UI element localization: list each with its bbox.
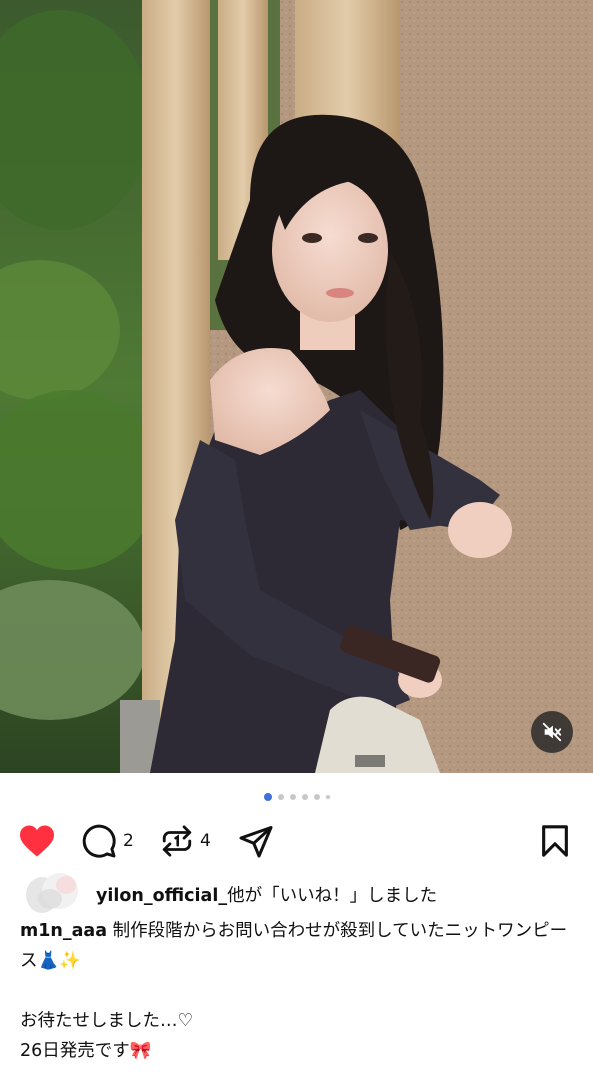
repost-icon bbox=[162, 825, 192, 857]
liked-by-text: yilon_official_他が「いいね！」しました bbox=[96, 882, 437, 907]
comment-button[interactable]: 2 bbox=[81, 818, 134, 864]
carousel-dot bbox=[289, 794, 296, 800]
like-button[interactable] bbox=[18, 818, 56, 864]
share-icon bbox=[239, 826, 273, 858]
liked-by-row[interactable]: yilon_official_他が「いいね！」しました bbox=[20, 872, 437, 916]
caption-line-1: m1n_aaa 制作段階からお問い合わせが殺到していたニットワンピース👗✨ bbox=[20, 916, 575, 976]
sound-off-icon bbox=[542, 722, 562, 742]
share-button[interactable] bbox=[238, 818, 274, 864]
caption-line-3: 26日発売です🎀 bbox=[20, 1041, 152, 1061]
heart-icon bbox=[20, 825, 54, 857]
post-media[interactable] bbox=[0, 0, 593, 773]
avatar bbox=[26, 873, 78, 913]
mute-toggle-button[interactable] bbox=[531, 711, 573, 753]
carousel-dot-active bbox=[263, 793, 272, 801]
carousel-dot bbox=[313, 794, 320, 800]
comment-count: 2 bbox=[123, 831, 134, 851]
carousel-indicator bbox=[0, 793, 593, 801]
post-action-bar: 2 4 bbox=[0, 818, 593, 864]
carousel-dot bbox=[277, 794, 284, 800]
post-photo bbox=[0, 0, 593, 773]
bookmark-icon bbox=[542, 825, 568, 857]
liker-username[interactable]: yilon_official_ bbox=[96, 886, 227, 906]
repost-count: 4 bbox=[200, 831, 211, 851]
liker-avatars[interactable] bbox=[20, 871, 82, 917]
comment-icon bbox=[82, 824, 116, 858]
carousel-dot bbox=[325, 795, 330, 799]
save-button[interactable] bbox=[540, 818, 570, 864]
caption-line-2: お待たせしました…♡ bbox=[20, 1011, 194, 1031]
caption-username[interactable]: m1n_aaa bbox=[20, 921, 107, 941]
carousel-dot bbox=[301, 794, 308, 800]
repost-button[interactable]: 4 bbox=[160, 818, 211, 864]
liked-by-suffix: 他が「いいね！」しました bbox=[227, 885, 438, 906]
post-caption: m1n_aaa 制作段階からお問い合わせが殺到していたニットワンピース👗✨ お待… bbox=[20, 916, 575, 1066]
